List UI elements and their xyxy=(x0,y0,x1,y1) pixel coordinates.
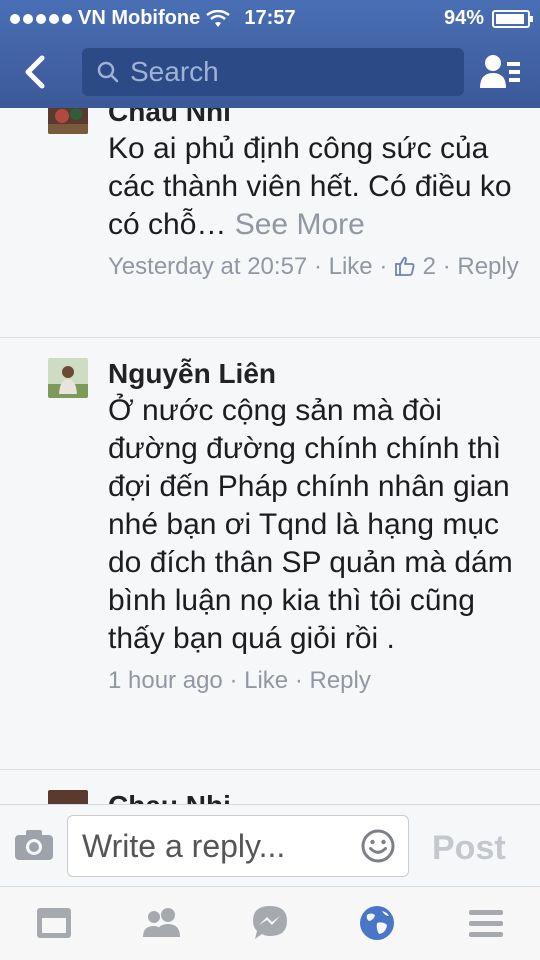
battery-group: 94% xyxy=(443,7,533,30)
reply-placeholder: Write a reply... xyxy=(82,827,286,864)
top-bar: VN Mobifone 17:57 94% Search xyxy=(0,0,540,108)
comment-meta: Yesterday at 20:57 · Like · 2 · Reply xyxy=(108,253,519,280)
battery-percent: 94% xyxy=(443,7,484,29)
messages-icon xyxy=(253,906,287,939)
comment-item: Nguyễn Liên Ở nước cộng sản mà đòi đường… xyxy=(0,338,540,770)
reply-link[interactable]: Reply xyxy=(309,667,370,694)
comment-list[interactable]: Chau Nhi Ko ai phủ định công sức của các… xyxy=(0,108,540,804)
tab-messages[interactable] xyxy=(250,903,290,943)
search-placeholder: Search xyxy=(130,56,219,87)
avatar[interactable] xyxy=(48,108,88,134)
comment-time: 1 hour ago xyxy=(108,667,223,694)
nav-bar: Search xyxy=(0,40,540,106)
news-feed-icon xyxy=(37,908,71,938)
chevron-left-icon xyxy=(25,55,45,89)
tab-menu[interactable] xyxy=(466,903,506,943)
comment-item: Chau Nhi Ko ai phủ định công sức của các… xyxy=(0,108,540,338)
comment-time: Yesterday at 20:57 xyxy=(108,253,308,280)
tab-notifications[interactable] xyxy=(357,903,397,943)
friend-requests-icon xyxy=(480,55,520,88)
thumbs-up-icon xyxy=(395,256,415,276)
camera-button[interactable] xyxy=(14,829,54,866)
comment-author[interactable]: Chau Nhi xyxy=(108,788,528,804)
tab-news-feed[interactable] xyxy=(34,903,74,943)
search-icon xyxy=(97,61,119,83)
reply-link[interactable]: Reply xyxy=(457,253,518,280)
friends-icon xyxy=(143,908,180,937)
comment-body: Chau Nhi xyxy=(108,788,528,804)
menu-icon xyxy=(469,910,503,937)
comment-body: Chau Nhi Ko ai phủ định công sức của các… xyxy=(108,108,528,284)
comment-author[interactable]: Nguyễn Liên xyxy=(108,356,528,392)
like-link[interactable]: Like xyxy=(329,253,373,280)
reply-composer: Write a reply... Post xyxy=(0,804,540,886)
back-button[interactable] xyxy=(14,50,58,94)
comment-text: Ở nước cộng sản mà đòi đường đường chính… xyxy=(108,394,513,655)
smiley-icon[interactable] xyxy=(360,828,396,864)
comment-author[interactable]: Chau Nhi xyxy=(108,108,528,130)
battery-fill xyxy=(496,13,524,24)
post-button[interactable]: Post xyxy=(432,829,506,868)
camera-icon xyxy=(15,830,53,860)
see-more-link[interactable]: See More xyxy=(235,208,365,241)
tab-bar xyxy=(0,886,540,960)
comment-meta: 1 hour ago · Like · Reply xyxy=(108,667,371,694)
reply-input[interactable]: Write a reply... xyxy=(67,815,409,877)
friend-requests-button[interactable] xyxy=(478,52,522,92)
globe-icon xyxy=(360,906,394,940)
avatar[interactable] xyxy=(48,790,88,804)
like-link[interactable]: Like xyxy=(244,667,288,694)
status-bar: VN Mobifone 17:57 94% xyxy=(0,0,540,36)
avatar[interactable] xyxy=(48,358,88,398)
comment-text: Ko ai phủ định công sức của các thành vi… xyxy=(108,132,512,241)
like-count[interactable]: 2 xyxy=(423,253,436,280)
comment-item: Chau Nhi xyxy=(0,770,540,804)
search-input[interactable]: Search xyxy=(82,48,464,96)
battery-icon xyxy=(492,9,533,28)
tab-friends[interactable] xyxy=(140,903,180,943)
comment-body: Nguyễn Liên Ở nước cộng sản mà đòi đường… xyxy=(108,356,528,698)
